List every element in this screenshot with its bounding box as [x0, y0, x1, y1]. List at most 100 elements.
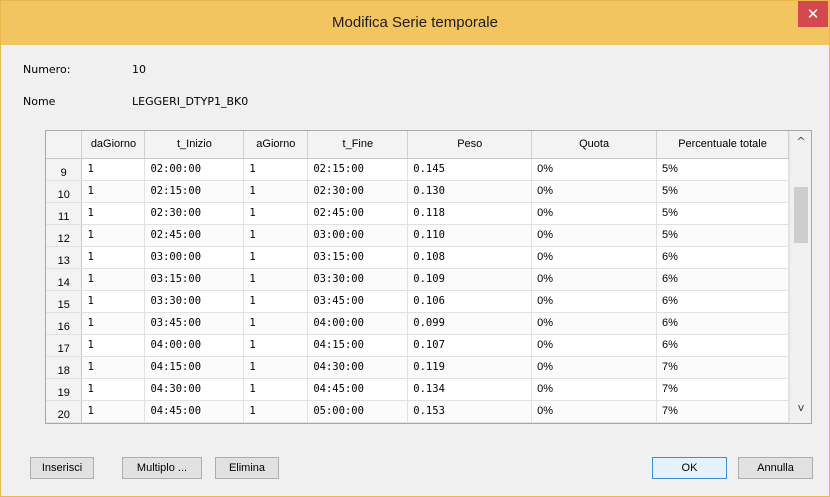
- table-row[interactable]: 9 1 02:00:00 1 02:15:00 0.145 0% 5%: [46, 158, 789, 181]
- table-row[interactable]: 10 1 02:15:00 1 02:30:00 0.130 0% 5%: [46, 180, 789, 203]
- table-cell[interactable]: 0.106: [407, 290, 533, 313]
- table-cell[interactable]: 0.134: [407, 378, 533, 401]
- table-cell[interactable]: 0.145: [407, 158, 533, 181]
- table-cell[interactable]: 1: [81, 290, 146, 313]
- table-cell[interactable]: 1: [243, 202, 309, 225]
- table-cell[interactable]: 04:00:00: [307, 312, 409, 335]
- column-header[interactable]: aGiorno: [243, 131, 309, 159]
- table-cell[interactable]: 5%: [656, 180, 789, 203]
- column-header[interactable]: t_Fine: [307, 131, 409, 159]
- inserisci-button[interactable]: Inserisci: [30, 457, 94, 479]
- table-cell[interactable]: 02:15:00: [307, 158, 409, 181]
- table-cell[interactable]: 6%: [656, 268, 789, 291]
- table-cell[interactable]: 0%: [531, 290, 658, 313]
- table-cell[interactable]: 6%: [656, 290, 789, 313]
- table-cell[interactable]: 02:00:00: [144, 158, 245, 181]
- table-cell[interactable]: 03:45:00: [307, 290, 409, 313]
- column-header[interactable]: Percentuale totale: [656, 131, 789, 159]
- table-cell[interactable]: 5%: [656, 224, 789, 247]
- table-cell[interactable]: 0%: [531, 378, 658, 401]
- table-cell[interactable]: 02:30:00: [307, 180, 409, 203]
- table-cell[interactable]: 1: [243, 224, 309, 247]
- table-cell[interactable]: 0%: [531, 224, 658, 247]
- table-cell[interactable]: 0%: [531, 312, 658, 335]
- table-cell[interactable]: 1: [81, 246, 146, 269]
- table-cell[interactable]: 1: [243, 268, 309, 291]
- table-cell[interactable]: 03:45:00: [144, 312, 245, 335]
- table-cell[interactable]: 1: [81, 312, 146, 335]
- table-cell[interactable]: 0.107: [407, 334, 533, 357]
- scroll-up-icon[interactable]: ^: [790, 135, 811, 153]
- table-cell[interactable]: 05:15:00: [307, 422, 409, 423]
- table-cell[interactable]: 02:45:00: [307, 202, 409, 225]
- table-cell[interactable]: 0%: [531, 422, 658, 423]
- table-cell[interactable]: 03:15:00: [307, 246, 409, 269]
- annulla-button[interactable]: Annulla: [738, 457, 813, 479]
- table-cell[interactable]: 1: [243, 356, 309, 379]
- table-cell[interactable]: 0%: [531, 334, 658, 357]
- table-cell[interactable]: 1: [81, 158, 146, 181]
- table-cell[interactable]: 0%: [531, 180, 658, 203]
- multiplo-button[interactable]: Multiplo ...: [122, 457, 202, 479]
- table-cell[interactable]: 02:30:00: [144, 202, 245, 225]
- table-cell[interactable]: 7%: [656, 356, 789, 379]
- table-cell[interactable]: 0%: [531, 158, 658, 181]
- table-cell[interactable]: 1: [81, 400, 146, 423]
- table-cell[interactable]: 03:30:00: [307, 268, 409, 291]
- table-cell[interactable]: 0.110: [407, 224, 533, 247]
- table-cell[interactable]: 0.119: [407, 356, 533, 379]
- table-cell[interactable]: 05:00:00: [307, 400, 409, 423]
- table-cell[interactable]: 1: [243, 180, 309, 203]
- table-cell[interactable]: 1: [243, 246, 309, 269]
- table-cell[interactable]: 05:00:00: [144, 422, 245, 423]
- table-cell[interactable]: 0.130: [407, 180, 533, 203]
- table-cell[interactable]: 04:00:00: [144, 334, 245, 357]
- table-cell[interactable]: 0.099: [407, 312, 533, 335]
- table-cell[interactable]: 7%: [656, 400, 789, 423]
- table-cell[interactable]: 0%: [531, 400, 658, 423]
- table-cell[interactable]: 02:45:00: [144, 224, 245, 247]
- table-cell[interactable]: 03:00:00: [307, 224, 409, 247]
- table-row[interactable]: 18 1 04:15:00 1 04:30:00 0.119 0% 7%: [46, 356, 789, 379]
- table-cell[interactable]: 5%: [656, 202, 789, 225]
- table-row[interactable]: 13 1 03:00:00 1 03:15:00 0.108 0% 6%: [46, 246, 789, 269]
- table-row[interactable]: 16 1 03:45:00 1 04:00:00 0.099 0% 6%: [46, 312, 789, 335]
- table-cell[interactable]: 1: [243, 422, 309, 423]
- table-cell[interactable]: 04:15:00: [307, 334, 409, 357]
- table-cell[interactable]: 03:15:00: [144, 268, 245, 291]
- table-cell[interactable]: 0%: [531, 356, 658, 379]
- table-cell[interactable]: 0.180: [407, 422, 533, 423]
- table-cell[interactable]: 1: [81, 268, 146, 291]
- series-table[interactable]: daGiorno t_Inizio aGiorno t_Fine Peso Qu…: [45, 130, 812, 424]
- table-cell[interactable]: 0%: [531, 246, 658, 269]
- table-cell[interactable]: 1: [243, 334, 309, 357]
- vertical-scrollbar[interactable]: ^ v: [789, 131, 811, 423]
- table-cell[interactable]: 04:30:00: [307, 356, 409, 379]
- table-cell[interactable]: 1: [243, 400, 309, 423]
- table-cell[interactable]: 1: [243, 312, 309, 335]
- table-cell[interactable]: 1: [81, 334, 146, 357]
- table-row[interactable]: 20 1 04:45:00 1 05:00:00 0.153 0% 7%: [46, 400, 789, 423]
- table-cell[interactable]: 04:45:00: [307, 378, 409, 401]
- table-cell[interactable]: 0.153: [407, 400, 533, 423]
- table-row[interactable]: 12 1 02:45:00 1 03:00:00 0.110 0% 5%: [46, 224, 789, 247]
- table-cell[interactable]: 03:00:00: [144, 246, 245, 269]
- table-row[interactable]: 15 1 03:30:00 1 03:45:00 0.106 0% 6%: [46, 290, 789, 313]
- column-header[interactable]: t_Inizio: [144, 131, 245, 159]
- table-cell[interactable]: 0.108: [407, 246, 533, 269]
- table-cell[interactable]: 6%: [656, 312, 789, 335]
- table-cell[interactable]: 04:30:00: [144, 378, 245, 401]
- table-cell[interactable]: 8%: [656, 422, 789, 423]
- scroll-down-icon[interactable]: v: [790, 401, 811, 419]
- table-cell[interactable]: 04:15:00: [144, 356, 245, 379]
- title-bar[interactable]: Modifica Serie temporale ✕: [1, 1, 829, 45]
- table-cell[interactable]: 1: [81, 180, 146, 203]
- table-row[interactable]: 21105:00:00105:15:000.1800%8%: [46, 422, 789, 423]
- table-cell[interactable]: 1: [81, 224, 146, 247]
- table-row[interactable]: 17 1 04:00:00 1 04:15:00 0.107 0% 6%: [46, 334, 789, 357]
- table-cell[interactable]: 6%: [656, 246, 789, 269]
- table-cell[interactable]: 1: [243, 158, 309, 181]
- column-header[interactable]: Quota: [531, 131, 658, 159]
- column-header[interactable]: Peso: [407, 131, 533, 159]
- elimina-button[interactable]: Elimina: [215, 457, 279, 479]
